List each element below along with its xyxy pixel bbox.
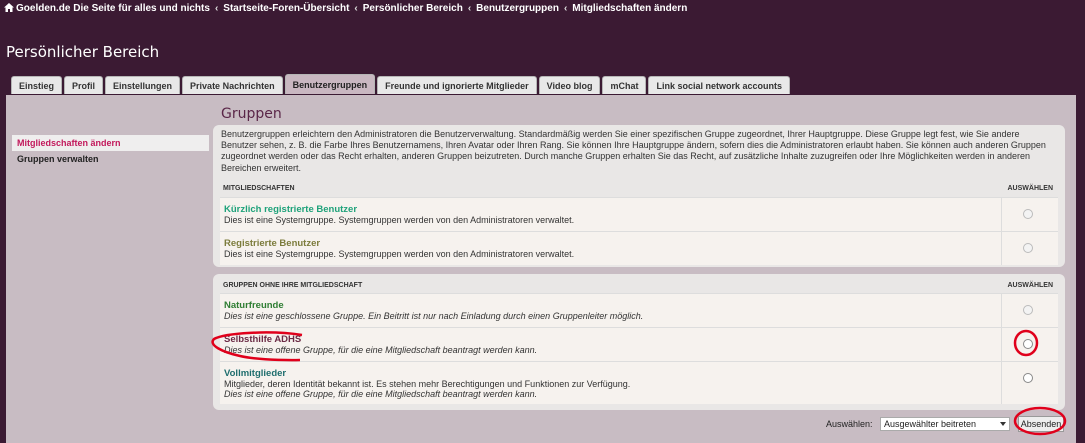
memberships-box: Benutzergruppen erleichtern den Administ… — [213, 125, 1065, 267]
radio-cell — [1001, 198, 1058, 231]
breadcrumb-link-ucp[interactable]: Persönlicher Bereich — [363, 3, 463, 14]
select-column-header: Auswählen — [1007, 282, 1054, 289]
chevron-down-icon — [1000, 422, 1006, 426]
group-name-vollmitglieder[interactable]: Vollmitglieder — [224, 368, 286, 379]
group-name-naturfreunde[interactable]: Naturfreunde — [224, 300, 284, 311]
tab-profil[interactable]: Profil — [64, 76, 104, 94]
breadcrumb-link-membership[interactable]: Mitgliedschaften ändern — [572, 3, 687, 14]
radio-cell — [1001, 328, 1058, 361]
tab-freunde[interactable]: Freunde und ignorierte Mitglieder — [377, 76, 537, 94]
radio-selbsthilfe[interactable] — [1023, 339, 1033, 349]
intro-text: Benutzergruppen erleichtern den Administ… — [221, 129, 1046, 173]
radio-naturfreunde — [1023, 305, 1033, 315]
radio-registriert[interactable] — [1023, 243, 1033, 253]
group-desc: Dies ist eine Systemgruppe. Systemgruppe… — [224, 215, 575, 225]
tab-mchat[interactable]: mChat — [602, 76, 647, 94]
group-desc: Mitglieder, deren Identität bekannt ist.… — [224, 379, 631, 389]
non-memberships-header: Gruppen ohne Ihre Mitgliedschaft Auswähl… — [223, 282, 1053, 293]
tab-social-accounts[interactable]: Link social network accounts — [648, 76, 791, 94]
non-memberships-box: Gruppen ohne Ihre Mitgliedschaft Auswähl… — [213, 274, 1065, 410]
group-desc: Dies ist eine geschlossene Gruppe. Ein B… — [224, 311, 644, 321]
sidebar-item-gruppen-verwalten[interactable]: Gruppen verwalten — [12, 151, 209, 167]
group-name-selbsthilfe[interactable]: Selbsthilfe ADHS — [224, 334, 301, 345]
section-heading: Gruppen — [221, 106, 282, 122]
page-title: Persönlicher Bereich — [6, 43, 160, 61]
tab-einstieg[interactable]: Einstieg — [11, 76, 63, 94]
radio-kuerzlich[interactable] — [1023, 209, 1033, 219]
action-select[interactable]: Ausgewählter beitreten — [880, 417, 1010, 431]
breadcrumb-separator: ‹ — [563, 3, 568, 14]
group-name-registriert[interactable]: Registrierte Benutzer — [224, 238, 320, 249]
breadcrumb-link-forums[interactable]: Startseite-Foren-Übersicht — [223, 3, 349, 14]
breadcrumb-separator: ‹ — [214, 3, 219, 14]
breadcrumb: Goelden.de Die Seite für alles und nicht… — [4, 3, 687, 14]
radio-vollmitglieder[interactable] — [1023, 373, 1033, 383]
group-name-kuerzlich[interactable]: Kürzlich registrierte Benutzer — [224, 204, 357, 215]
select-column-header: Auswählen — [1007, 185, 1054, 192]
tab-benutzergruppen[interactable]: Benutzergruppen — [284, 74, 376, 94]
memberships-title: Mitgliedschaften — [223, 185, 295, 192]
table-row: Kürzlich registrierte Benutzer Dies ist … — [220, 197, 1058, 231]
breadcrumb-link-groups[interactable]: Benutzergruppen — [476, 3, 559, 14]
breadcrumb-link-home[interactable]: Goelden.de Die Seite für alles und nicht… — [16, 3, 210, 14]
home-icon — [4, 3, 14, 12]
radio-cell — [1001, 362, 1058, 404]
sidebar: Mitgliedschaften ändern Gruppen verwalte… — [12, 135, 209, 167]
table-row: Naturfreunde Dies ist eine geschlossene … — [220, 293, 1058, 327]
tab-einstellungen[interactable]: Einstellungen — [105, 76, 181, 94]
group-desc: Dies ist eine offene Gruppe, für die ein… — [224, 345, 538, 355]
table-row: Selbsthilfe ADHS Dies ist eine offene Gr… — [220, 327, 1058, 361]
non-memberships-title: Gruppen ohne Ihre Mitgliedschaft — [223, 282, 363, 289]
table-row: Vollmitglieder Mitglieder, deren Identit… — [220, 361, 1058, 404]
breadcrumb-separator: ‹ — [467, 3, 472, 14]
sidebar-item-mitgliedschaften[interactable]: Mitgliedschaften ändern — [12, 135, 209, 151]
action-select-value: Ausgewählter beitreten — [884, 419, 977, 429]
tab-video-blog[interactable]: Video blog — [538, 76, 601, 94]
memberships-header: Mitgliedschaften Auswählen — [223, 185, 1053, 196]
breadcrumb-separator: ‹ — [354, 3, 358, 14]
select-label: Auswählen: — [826, 419, 873, 429]
tab-private-nachrichten[interactable]: Private Nachrichten — [182, 76, 283, 94]
tab-bar: Einstieg Profil Einstellungen Private Na… — [11, 74, 792, 95]
submit-button[interactable]: Absenden — [1018, 416, 1064, 432]
radio-cell — [1001, 232, 1058, 265]
group-desc: Dies ist eine Systemgruppe. Systemgruppe… — [224, 249, 575, 259]
group-desc-open: Dies ist eine offene Gruppe, für die ein… — [224, 389, 538, 399]
radio-cell — [1001, 294, 1058, 327]
table-row: Registrierte Benutzer Dies ist eine Syst… — [220, 231, 1058, 265]
